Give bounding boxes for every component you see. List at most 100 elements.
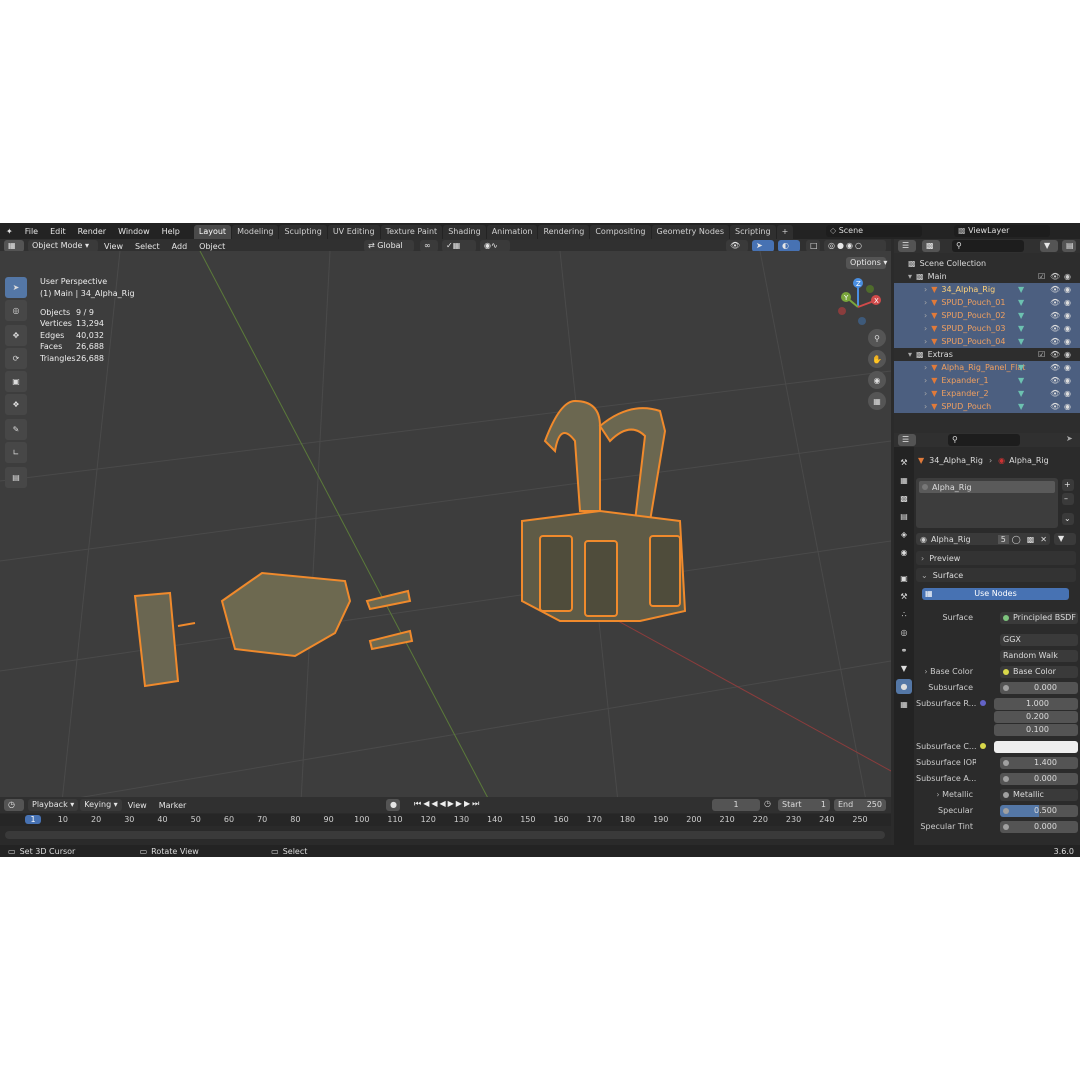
eye-icon[interactable]: 👁: [1050, 285, 1060, 294]
annotate-icon[interactable]: ✎: [5, 419, 27, 440]
tab-scripting[interactable]: Scripting: [729, 225, 776, 239]
tab-rendering[interactable]: Rendering: [538, 225, 590, 239]
keying-menu[interactable]: Keying ▾: [80, 799, 122, 811]
pouch-object-spud-pouch[interactable]: [133, 591, 196, 688]
eye-icon[interactable]: 👁: [1050, 350, 1060, 359]
outliner-editor-icon[interactable]: ☰: [898, 240, 916, 252]
new-collection-icon[interactable]: ▤: [1062, 240, 1076, 252]
blender-logo-icon[interactable]: ✦: [0, 227, 19, 236]
chevron-right-icon[interactable]: ›: [924, 311, 927, 320]
subsurface-aniso-field[interactable]: 0.000: [1000, 772, 1078, 785]
outliner-collection[interactable]: ▾ ▩ Main ☑ 👁 ◉: [894, 270, 1080, 283]
record-icon[interactable]: ●: [386, 799, 400, 811]
remove-slot-button[interactable]: –: [1062, 493, 1074, 505]
chevron-right-icon[interactable]: ›: [924, 376, 927, 385]
slot-specials-icon[interactable]: ⌄: [1062, 513, 1074, 525]
camera-icon[interactable]: ◉: [1064, 272, 1071, 281]
tab-modeling[interactable]: Modeling: [232, 225, 279, 239]
subsurface-ior-field[interactable]: 1.400: [1000, 756, 1078, 769]
zoom-icon[interactable]: ⚲: [868, 329, 886, 347]
menu-edit[interactable]: Edit: [44, 227, 72, 236]
tab-uv-editing[interactable]: UV Editing: [327, 225, 380, 239]
panel-object-alpha-rig-panel-flat[interactable]: [220, 571, 352, 658]
playhead[interactable]: 1: [25, 815, 41, 824]
view-layer-selector[interactable]: ▩ ViewLayer: [954, 225, 1050, 237]
add-cube-icon[interactable]: ▤: [5, 467, 27, 488]
data-tab-icon[interactable]: ▼: [896, 661, 912, 676]
playback-controls[interactable]: ⏮◀◀◀▶▶▶⏭: [414, 799, 481, 809]
base-color-field[interactable]: Base Color: [1000, 665, 1078, 678]
eye-icon[interactable]: 👁: [1050, 376, 1060, 385]
viewport-menu-view[interactable]: View: [98, 242, 129, 251]
outliner-object-row[interactable]: › ▼ Alpha_Rig_Panel_Flat ▼ 👁 ◉: [894, 361, 1080, 374]
tab-texture-paint[interactable]: Texture Paint: [380, 225, 443, 239]
viewport-menu-add[interactable]: Add: [166, 242, 194, 251]
rig-object-34-alpha-rig[interactable]: [521, 399, 687, 622]
specular-tint-field[interactable]: 0.000: [1000, 820, 1078, 833]
navigation-gizmo[interactable]: [832, 275, 890, 335]
properties-editor-icon[interactable]: ☰: [898, 434, 916, 446]
fake-user-icon[interactable]: ◯: [1009, 535, 1024, 544]
eye-icon[interactable]: 👁: [1050, 272, 1060, 281]
camera-icon[interactable]: ◉: [1064, 402, 1071, 411]
world-tab-icon[interactable]: ◉: [896, 545, 912, 560]
timeline-scrollbar[interactable]: [5, 831, 885, 839]
distribution-dropdown[interactable]: GGX: [1000, 633, 1078, 646]
menu-help[interactable]: Help: [156, 227, 186, 236]
eye-icon[interactable]: 👁: [1050, 402, 1060, 411]
camera-icon[interactable]: ◉: [1064, 350, 1071, 359]
menu-render[interactable]: Render: [72, 227, 112, 236]
camera-icon[interactable]: ◉: [868, 371, 886, 389]
specular-slider[interactable]: 0.500: [1000, 804, 1078, 817]
outliner-object-row[interactable]: › ▼ Expander_1 ▼ 👁 ◉: [894, 374, 1080, 387]
transform-icon[interactable]: ❖: [5, 394, 27, 415]
camera-icon[interactable]: ◉: [1064, 298, 1071, 307]
view-layer-tab-icon[interactable]: ▤: [896, 509, 912, 524]
modifier-tab-icon[interactable]: ⚒: [896, 589, 912, 604]
3d-viewport[interactable]: User Perspective (1) Main | 34_Alpha_Rig…: [0, 251, 891, 821]
menu-window[interactable]: Window: [112, 227, 156, 236]
subsurface-radius-z[interactable]: 0.100: [994, 723, 1078, 736]
subsurface-color-swatch[interactable]: [994, 740, 1078, 753]
subsurface-radius-y[interactable]: 0.200: [994, 710, 1078, 723]
chevron-right-icon[interactable]: ›: [924, 337, 927, 346]
options-button[interactable]: Options ▾: [846, 257, 887, 269]
duplicate-icon[interactable]: ▩: [1024, 535, 1038, 544]
chevron-right-icon[interactable]: ›: [924, 363, 927, 372]
outliner-object-row[interactable]: › ▼ SPUD_Pouch_02 ▼ 👁 ◉: [894, 309, 1080, 322]
surface-shader-field[interactable]: Principled BSDF: [1000, 611, 1078, 624]
chevron-right-icon[interactable]: ›: [924, 298, 927, 307]
camera-icon[interactable]: ◉: [1064, 363, 1071, 372]
expander-objects[interactable]: [365, 589, 414, 651]
constraints-tab-icon[interactable]: ⚭: [896, 643, 912, 658]
chevron-down-icon[interactable]: ▾: [908, 272, 912, 281]
tab-sculpting[interactable]: Sculpting: [279, 225, 327, 239]
move-icon[interactable]: ✥: [5, 325, 27, 346]
outliner-object-row[interactable]: › ▼ Expander_2 ▼ 👁 ◉: [894, 387, 1080, 400]
select-box-icon[interactable]: ➤: [5, 277, 27, 298]
filter-icon[interactable]: ▼: [1040, 240, 1058, 252]
tab-compositing[interactable]: Compositing: [590, 225, 651, 239]
subsurface-method-dropdown[interactable]: Random Walk: [1000, 649, 1078, 662]
eye-icon[interactable]: 👁: [1050, 324, 1060, 333]
scene-tab-icon[interactable]: ◈: [896, 527, 912, 542]
metallic-field[interactable]: Metallic: [1000, 788, 1078, 801]
tab-layout[interactable]: Layout: [193, 225, 232, 239]
end-frame-field[interactable]: End 250: [834, 799, 886, 811]
scale-icon[interactable]: ▣: [5, 371, 27, 392]
timeline-menu-marker[interactable]: Marker: [153, 801, 193, 810]
eye-icon[interactable]: 👁: [1050, 389, 1060, 398]
chevron-right-icon[interactable]: ›: [924, 285, 927, 294]
render-tab-icon[interactable]: ▦: [896, 473, 912, 488]
subsurface-radius-x[interactable]: 1.000: [994, 697, 1078, 710]
material-tab-icon[interactable]: ●: [896, 679, 912, 694]
outliner-scene-collection[interactable]: ▩ Scene Collection: [894, 257, 1080, 270]
link-mode-icon[interactable]: ▼: [1054, 533, 1076, 545]
outliner-object-row[interactable]: › ▼ 34_Alpha_Rig ▼ 👁 ◉: [894, 283, 1080, 296]
eye-icon[interactable]: 👁: [1050, 363, 1060, 372]
add-workspace-button[interactable]: +: [776, 225, 794, 239]
pin-icon[interactable]: ➤: [1066, 434, 1073, 443]
outliner-collection[interactable]: ▾ ▩ Extras ☑ 👁 ◉: [894, 348, 1080, 361]
camera-icon[interactable]: ◉: [1064, 311, 1071, 320]
menu-file[interactable]: File: [19, 227, 44, 236]
